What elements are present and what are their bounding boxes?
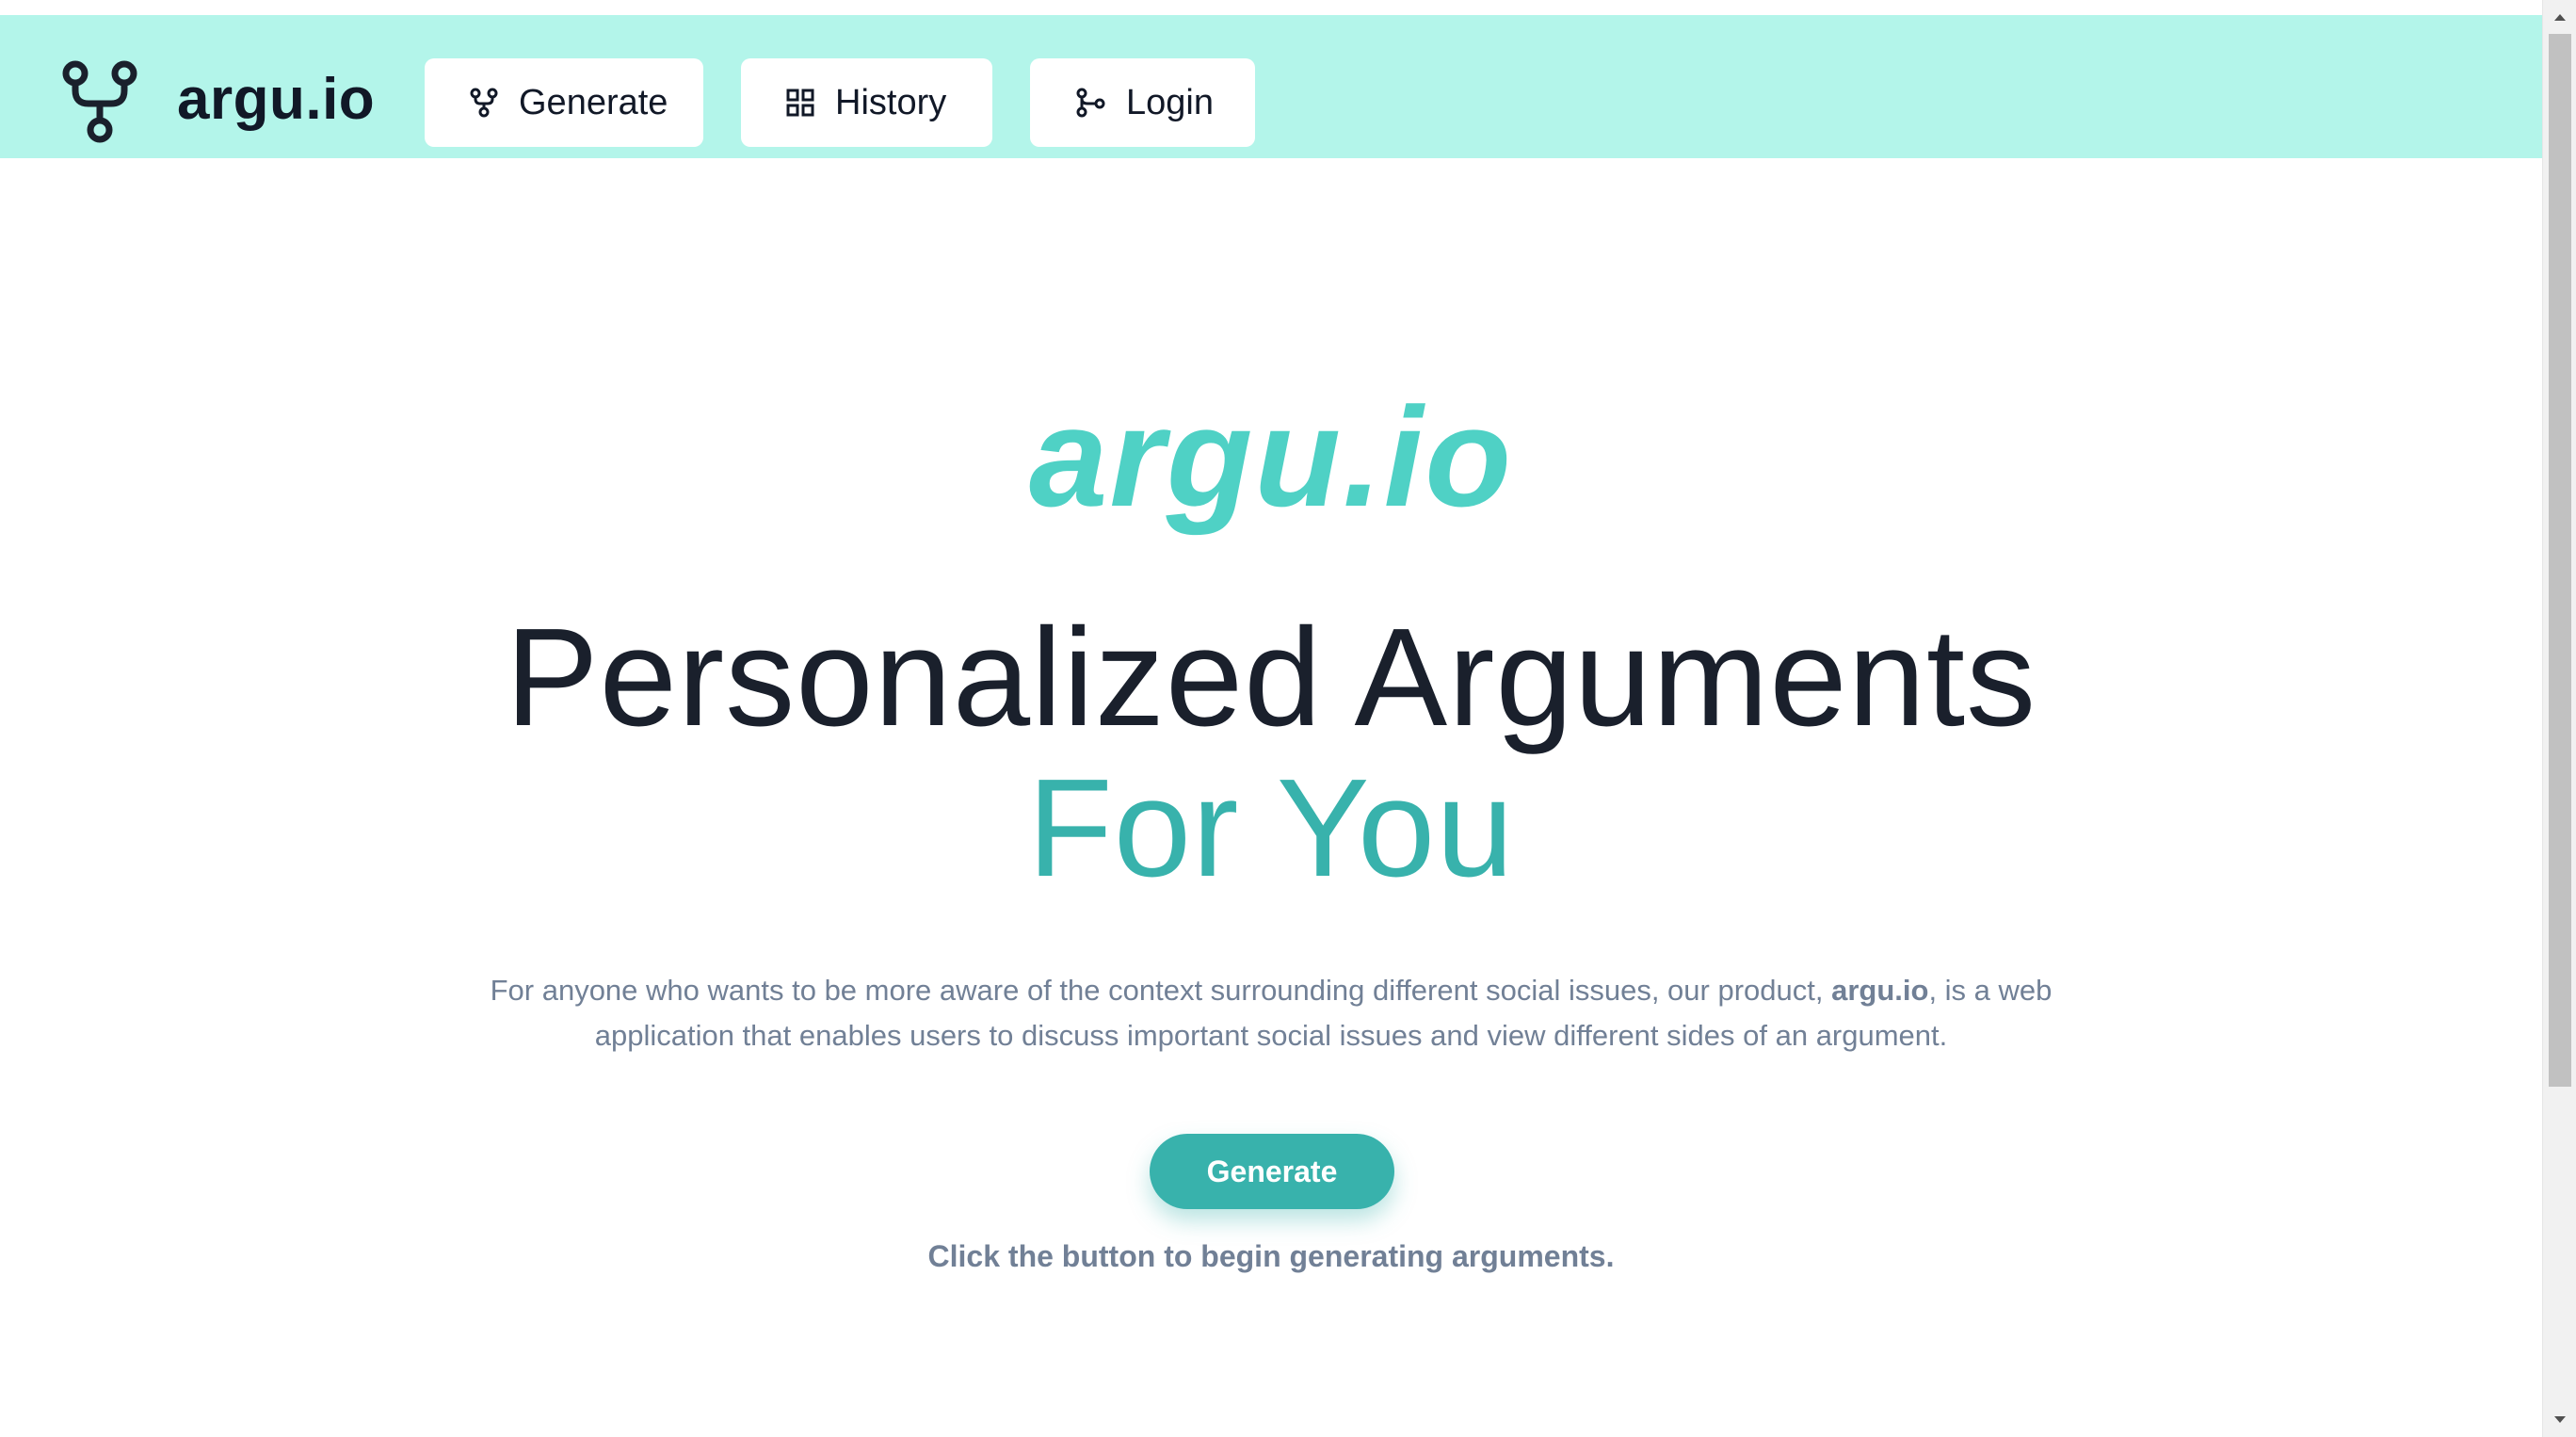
nav-history-button[interactable]: History bbox=[741, 58, 992, 147]
vertical-scrollbar[interactable] bbox=[2542, 0, 2576, 1437]
nav-generate-label: Generate bbox=[519, 83, 668, 122]
hero-title: Personalized Arguments bbox=[505, 600, 2037, 755]
brand-name[interactable]: argu.io bbox=[177, 62, 375, 137]
nav-history-label: History bbox=[835, 83, 947, 122]
hero-subtitle: For You bbox=[1027, 751, 1515, 906]
hero-logo-text: argu.io bbox=[1028, 378, 1514, 536]
page-viewport: argu.io Generate History Login argu.io P… bbox=[0, 0, 2542, 1437]
hero-description: For anyone who wants to be more aware of… bbox=[443, 968, 2100, 1058]
scrollbar-thumb[interactable] bbox=[2549, 34, 2571, 1087]
top-strip bbox=[0, 0, 2542, 15]
navbar: argu.io Generate History Login bbox=[0, 15, 2542, 158]
scroll-up-arrow-icon[interactable] bbox=[2543, 0, 2576, 34]
scroll-down-arrow-icon[interactable] bbox=[2543, 1403, 2576, 1437]
cta-hint-text: Click the button to begin generating arg… bbox=[927, 1239, 1615, 1273]
branch-fork-icon bbox=[470, 88, 498, 118]
nav-generate-button[interactable]: Generate bbox=[425, 58, 703, 147]
description-brand: argu.io bbox=[1831, 974, 1929, 1007]
generate-cta-button[interactable]: Generate bbox=[1150, 1134, 1394, 1209]
nav-login-label: Login bbox=[1126, 83, 1214, 122]
git-merge-icon bbox=[1076, 88, 1105, 118]
grid-icon bbox=[786, 89, 814, 117]
branch-fork-icon[interactable] bbox=[60, 60, 139, 143]
nav-login-button[interactable]: Login bbox=[1030, 58, 1255, 147]
description-text-start: For anyone who wants to be more aware of… bbox=[490, 974, 1832, 1007]
